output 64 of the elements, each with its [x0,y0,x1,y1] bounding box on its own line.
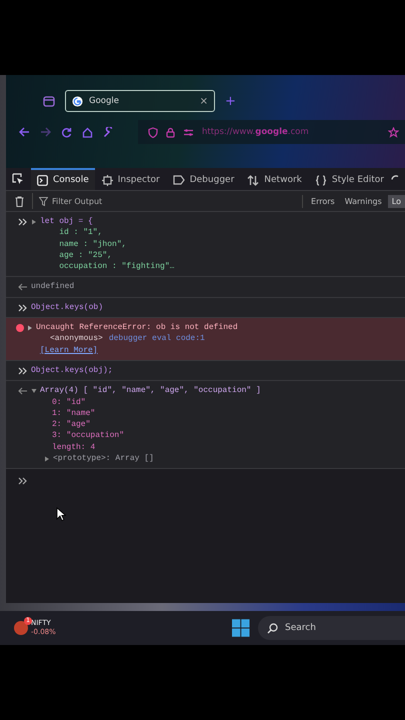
code-line: let obj = { [40,216,94,228]
box-icon [102,174,113,186]
error-message: Uncaught ReferenceError: ob is not defined [36,322,238,334]
log-level-toggle[interactable]: Lo [388,194,405,208]
mouse-cursor-icon [56,507,66,522]
tab-list-icon[interactable] [43,96,55,106]
code-line: occupation : "fighting"… [58,261,174,272]
code-line: age : "25", [58,250,114,262]
prototype-label: <prototype>: Array [] [53,453,154,464]
expand-triangle-icon[interactable] [31,219,37,225]
sliders-icon[interactable] [183,128,194,136]
search-icon [267,622,278,634]
star-icon[interactable] [388,126,399,138]
devtools-tab[interactable]: Console [31,168,95,190]
devtools-tab[interactable]: Network [241,168,308,190]
stack-frame-location[interactable]: debugger eval code:1 [108,333,205,345]
code-line: Object.keys(obj); [31,364,113,376]
console-icon [37,174,48,186]
return-arrow-icon [18,283,28,292]
prompt-icon [18,366,28,375]
url-text: https://www.google.com [202,127,310,137]
trash-icon[interactable] [15,196,24,206]
prompt-icon [18,304,28,312]
braces-icon [314,174,327,186]
devtools-tab[interactable]: Debugger [166,168,240,190]
error-icon [16,324,24,332]
windows-logo-icon[interactable] [232,619,250,637]
google-logo-icon [72,96,83,106]
stack-frame-name: <anonymous> [50,333,103,345]
funnel-icon [39,196,48,206]
reload-icon[interactable] [61,126,72,138]
array-property: length: 4 [51,442,96,454]
return-arrow-icon [18,387,28,396]
lock-icon[interactable] [166,126,175,138]
tag-icon [172,175,185,185]
array-property: 2: "age" [51,419,92,430]
home-icon[interactable] [82,126,93,138]
expand-triangle-icon[interactable] [27,325,33,332]
code-line: name : "jhon", [58,238,128,250]
array-property: 3: "occupation" [51,430,126,442]
learn-more-link[interactable]: [Learn More] [36,344,98,356]
log-level-toggle[interactable]: Errors [307,194,339,208]
expand-triangle-icon[interactable] [31,388,37,394]
back-icon[interactable] [19,127,30,137]
expand-triangle-icon[interactable] [44,456,50,462]
element-picker-icon[interactable] [12,173,24,185]
log-level-toggle[interactable]: Warnings [340,194,386,208]
devtools-tab[interactable]: Style Editor [308,168,390,190]
devtools-tab[interactable]: Inspector [96,168,166,190]
taskbar-search-field[interactable]: Search [258,616,405,640]
array-property: 0: "id" [51,396,87,408]
shield-icon[interactable] [148,126,158,138]
tab-title: Google [89,96,120,106]
close-tab-button[interactable]: × [200,96,208,106]
prompt-icon[interactable] [18,477,28,486]
prompt-icon [18,218,28,226]
browser-tab[interactable]: Google × [65,90,215,112]
code-line: id : "1", [58,227,104,239]
result-value: undefined [31,281,74,293]
code-line: Object.keys(ob) [31,302,104,314]
array-property: 1: "name" [51,408,96,420]
filter-output-field[interactable]: Filter Output [52,196,172,206]
array-summary: Array(4) [ "id", "name", "age", "occupation" ] [40,385,261,397]
up-down-arrows-icon [247,174,260,186]
